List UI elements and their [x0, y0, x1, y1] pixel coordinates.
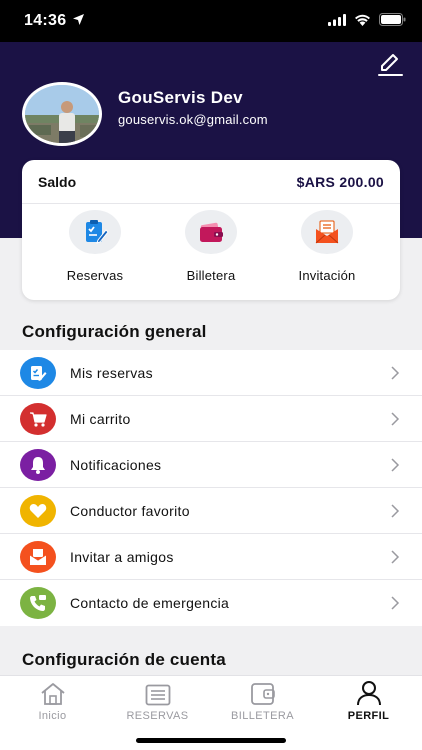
wallet-icon [185, 210, 237, 254]
general-settings-title: Configuración general [22, 322, 207, 341]
cellular-signal-icon [328, 13, 346, 31]
location-arrow-icon [72, 13, 85, 31]
list-item-mi-carrito[interactable]: Mi carrito [0, 396, 422, 442]
envelope-icon [20, 540, 56, 573]
home-icon [0, 678, 105, 706]
status-indicators [328, 13, 406, 31]
quick-action-reservas[interactable]: Reservas [40, 210, 150, 283]
phone-icon [20, 587, 56, 619]
list-item-label: Conductor favorito [70, 502, 190, 519]
balance-card: Saldo $ARS 200.00 Reservas Billetera Inv… [22, 160, 400, 300]
list-item-label: Mi carrito [70, 410, 131, 427]
list-item-label: Notificaciones [70, 456, 162, 473]
account-settings-title: Configuración de cuenta [22, 650, 226, 669]
wifi-icon [354, 13, 371, 31]
envelope-icon [301, 210, 353, 254]
list-icon [105, 678, 210, 706]
tab-label: BILLETERA [231, 710, 294, 722]
quick-action-label: Billetera [186, 268, 236, 283]
chevron-right-icon [391, 365, 400, 380]
status-time: 14:36 [24, 12, 67, 29]
chevron-right-icon [391, 596, 400, 610]
pencil-icon [378, 54, 403, 76]
list-item-mis-reservas[interactable]: Mis reservas [0, 350, 422, 396]
list-item-label: Contacto de emergencia [70, 595, 230, 611]
tab-inicio[interactable]: Inicio [0, 676, 105, 728]
heart-icon [20, 494, 56, 527]
edit-profile-button[interactable] [376, 50, 404, 78]
tab-reservas[interactable]: RESERVAS [105, 676, 210, 728]
balance-value: $ARS 200.00 [296, 173, 384, 190]
balance-row: Saldo $ARS 200.00 [22, 160, 400, 204]
person-icon [316, 678, 421, 706]
list-item-notificaciones[interactable]: Notificaciones [0, 442, 422, 488]
avatar[interactable] [22, 82, 102, 146]
profile-screen: 14:36 GouServis Dev gouservis.ok@gmail.c… [0, 0, 422, 750]
quick-action-invitacion[interactable]: Invitación [272, 210, 382, 283]
chevron-right-icon [391, 503, 400, 518]
list-item-label: Mis reservas [70, 364, 153, 381]
profile-email: gouservis.ok@gmail.com [118, 112, 268, 127]
general-settings-list: Mis reservas Mi carrito Notificaciones C… [0, 350, 422, 626]
quick-action-billetera[interactable]: Billetera [156, 210, 266, 283]
chevron-right-icon [391, 457, 400, 472]
wallet-icon [210, 678, 315, 706]
home-indicator [136, 738, 286, 743]
list-item-invitar-amigos[interactable]: Invitar a amigos [0, 534, 422, 580]
tab-label: RESERVAS [126, 710, 189, 722]
bell-icon [20, 448, 56, 481]
clipboard-icon [69, 210, 121, 254]
cart-icon [20, 402, 56, 435]
quick-action-label: Invitación [298, 268, 356, 283]
tab-label: Inicio [38, 710, 67, 722]
chevron-right-icon [391, 411, 400, 426]
list-item-conductor-favorito[interactable]: Conductor favorito [0, 488, 422, 534]
chevron-right-icon [391, 549, 400, 564]
tab-billetera[interactable]: BILLETERA [210, 676, 315, 728]
tab-perfil[interactable]: PERFIL [316, 676, 421, 728]
battery-icon [379, 13, 406, 31]
list-item-label: Invitar a amigos [70, 548, 174, 565]
balance-label: Saldo [38, 173, 77, 190]
list-item-contacto-emergencia[interactable]: Contacto de emergencia [0, 580, 422, 626]
status-bar: 14:36 [0, 0, 422, 42]
clipboard-icon [20, 356, 56, 389]
quick-action-label: Reservas [66, 268, 124, 283]
profile-name: GouServis Dev [118, 88, 243, 107]
tab-label: PERFIL [347, 710, 390, 722]
